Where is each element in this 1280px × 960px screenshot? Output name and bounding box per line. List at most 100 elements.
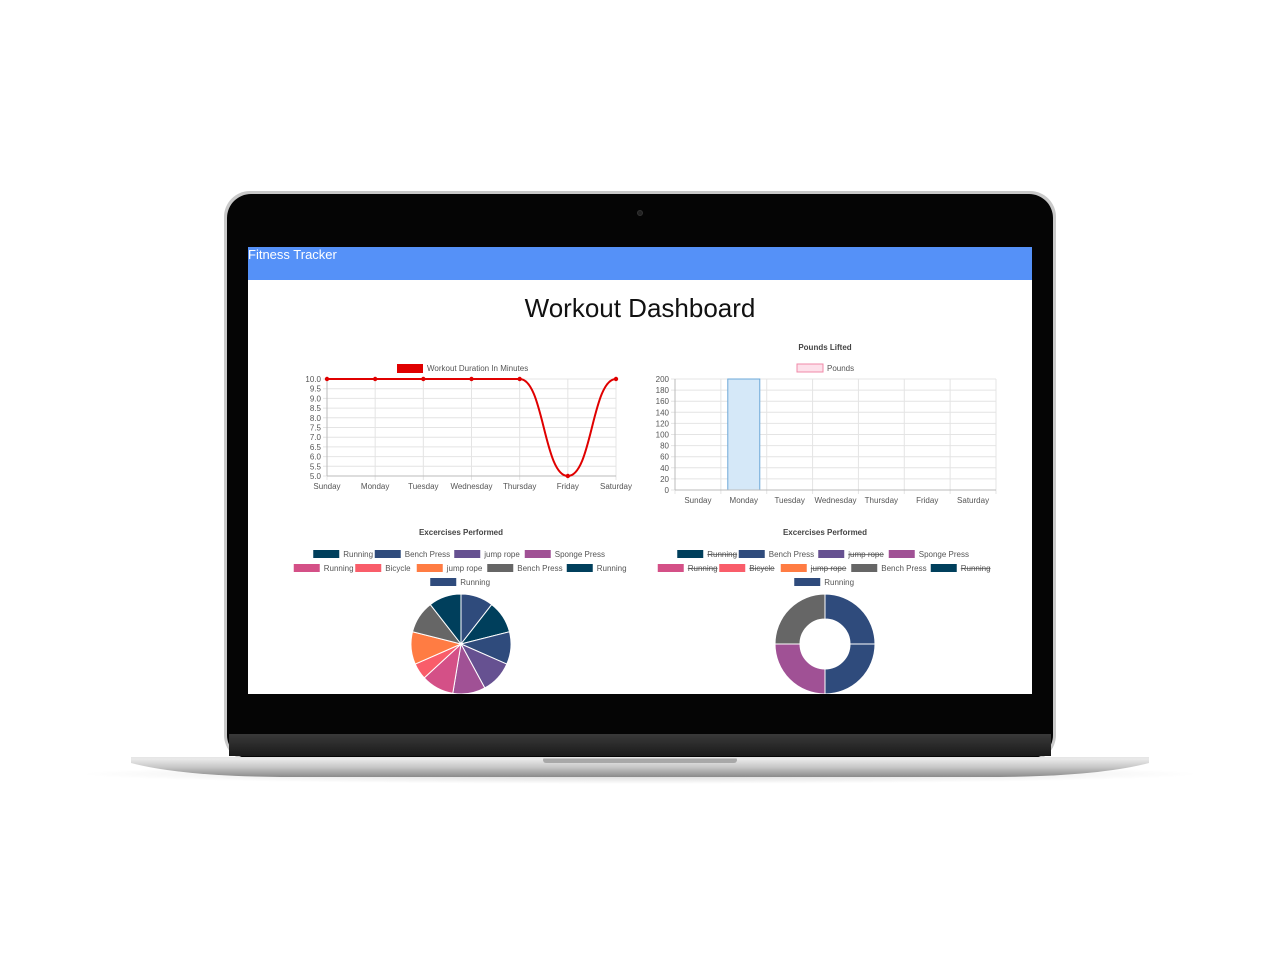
page-title: Workout Dashboard (524, 293, 756, 323)
x-tick-label: Monday (361, 482, 389, 491)
data-point (613, 376, 619, 382)
legend-swatch (738, 550, 765, 558)
data-point (324, 376, 330, 382)
y-tick-label: 80 (660, 442, 669, 451)
x-tick-label: Friday (916, 496, 938, 505)
y-tick-label: 10.0 (305, 375, 321, 384)
legend-swatch (888, 550, 915, 558)
legend-label: Bench Press (881, 564, 926, 573)
legend-swatch (677, 550, 704, 558)
legend-label: Running (597, 564, 627, 573)
bar (727, 378, 761, 491)
legend-swatch (566, 564, 593, 572)
data-point (565, 473, 571, 479)
chart-title: Pounds Lifted (798, 343, 851, 352)
y-tick-label: 8.5 (310, 404, 322, 413)
legend-label: Running (824, 578, 854, 587)
legend-label: Running (961, 564, 991, 573)
y-tick-label: 6.5 (310, 443, 322, 452)
y-tick-label: 8.0 (310, 414, 322, 423)
x-tick-label: Tuesday (774, 496, 804, 505)
y-tick-label: 20 (660, 475, 669, 484)
x-tick-label: Monday (730, 496, 758, 505)
legend-swatch (397, 364, 423, 373)
legend-label: Bicycle (385, 564, 411, 573)
legend-swatch (796, 363, 824, 373)
legend-swatch (780, 564, 807, 572)
legend-swatch (487, 564, 514, 572)
y-tick-label: 100 (656, 431, 670, 440)
x-tick-label: Saturday (600, 482, 632, 491)
y-tick-label: 6.0 (310, 453, 322, 462)
chart-title: Excercises Performed (783, 528, 867, 537)
legend-label: Running (324, 564, 354, 573)
y-tick-label: 140 (656, 408, 670, 417)
y-tick-label: 5.0 (310, 472, 322, 481)
legend-label: jump rope (446, 564, 483, 573)
legend-swatch (524, 550, 551, 558)
y-tick-label: 9.0 (310, 394, 322, 403)
legend-label: Running (343, 550, 373, 559)
webpage: Fitness Tracker Workout Dashboard (248, 247, 1032, 694)
legend-label: Running (688, 564, 718, 573)
y-tick-label: 160 (656, 397, 670, 406)
y-tick-label: 40 (660, 464, 669, 473)
legend-swatch (416, 564, 443, 572)
legend-swatch (719, 564, 746, 572)
laptop-mockup: Fitness Tracker Workout Dashboard Workou… (80, 191, 1200, 784)
screen: Fitness Tracker Workout Dashboard (248, 247, 1032, 694)
x-tick-label: Thursday (503, 482, 536, 491)
legend-swatch (818, 550, 845, 558)
webcam-icon (637, 210, 643, 216)
legend-swatch (657, 564, 684, 572)
y-tick-label: 180 (656, 386, 670, 395)
legend-swatch (794, 578, 821, 586)
x-tick-label: Tuesday (408, 482, 438, 491)
legend-label: Workout Duration In Minutes (427, 364, 528, 373)
data-point (469, 376, 474, 382)
legend-label: Running (707, 550, 737, 559)
data-point (421, 376, 426, 382)
legend-label: Bench Press (405, 550, 450, 559)
legend-label: Running (460, 578, 490, 587)
navbar: Fitness Tracker (248, 247, 1032, 280)
legend-label: jump rope (810, 564, 847, 573)
x-tick-label: Friday (557, 482, 579, 491)
legend-label: Bicycle (749, 564, 775, 573)
legend-label: Sponge Press (919, 550, 969, 559)
legend-label: jump rope (847, 550, 884, 559)
legend-swatch (430, 578, 457, 586)
data-point (517, 376, 522, 382)
bezel-bottom (229, 694, 1051, 734)
legend-swatch (454, 550, 481, 558)
y-tick-label: 7.0 (310, 433, 322, 442)
legend-swatch (313, 550, 340, 558)
x-tick-label: Sunday (684, 496, 711, 505)
legend-swatch (851, 564, 878, 572)
brand-link[interactable]: Fitness Tracker (248, 247, 337, 263)
x-tick-label: Saturday (957, 496, 989, 505)
legend-label: Bench Press (517, 564, 562, 573)
y-tick-label: 200 (656, 375, 670, 384)
legend-label: Bench Press (769, 550, 814, 559)
x-tick-label: Wednesday (814, 496, 856, 505)
legend-label: Pounds (827, 364, 854, 373)
y-tick-label: 120 (656, 419, 670, 428)
legend-swatch (293, 564, 320, 572)
y-tick-label: 5.5 (310, 462, 322, 471)
chart-title: Excercises Performed (419, 528, 503, 537)
legend-label: jump rope (483, 550, 520, 559)
y-tick-label: 60 (660, 453, 669, 462)
y-tick-label: 0 (665, 486, 670, 495)
y-tick-label: 7.5 (310, 424, 322, 433)
legend-swatch (355, 564, 382, 572)
x-tick-label: Sunday (313, 482, 340, 491)
legend-swatch (930, 564, 957, 572)
y-tick-label: 9.5 (310, 385, 322, 394)
x-tick-label: Thursday (865, 496, 898, 505)
bezel-chin (229, 734, 1051, 756)
x-tick-label: Wednesday (450, 482, 492, 491)
data-point (372, 376, 378, 382)
legend-label: Sponge Press (555, 550, 605, 559)
legend-swatch (374, 550, 401, 558)
